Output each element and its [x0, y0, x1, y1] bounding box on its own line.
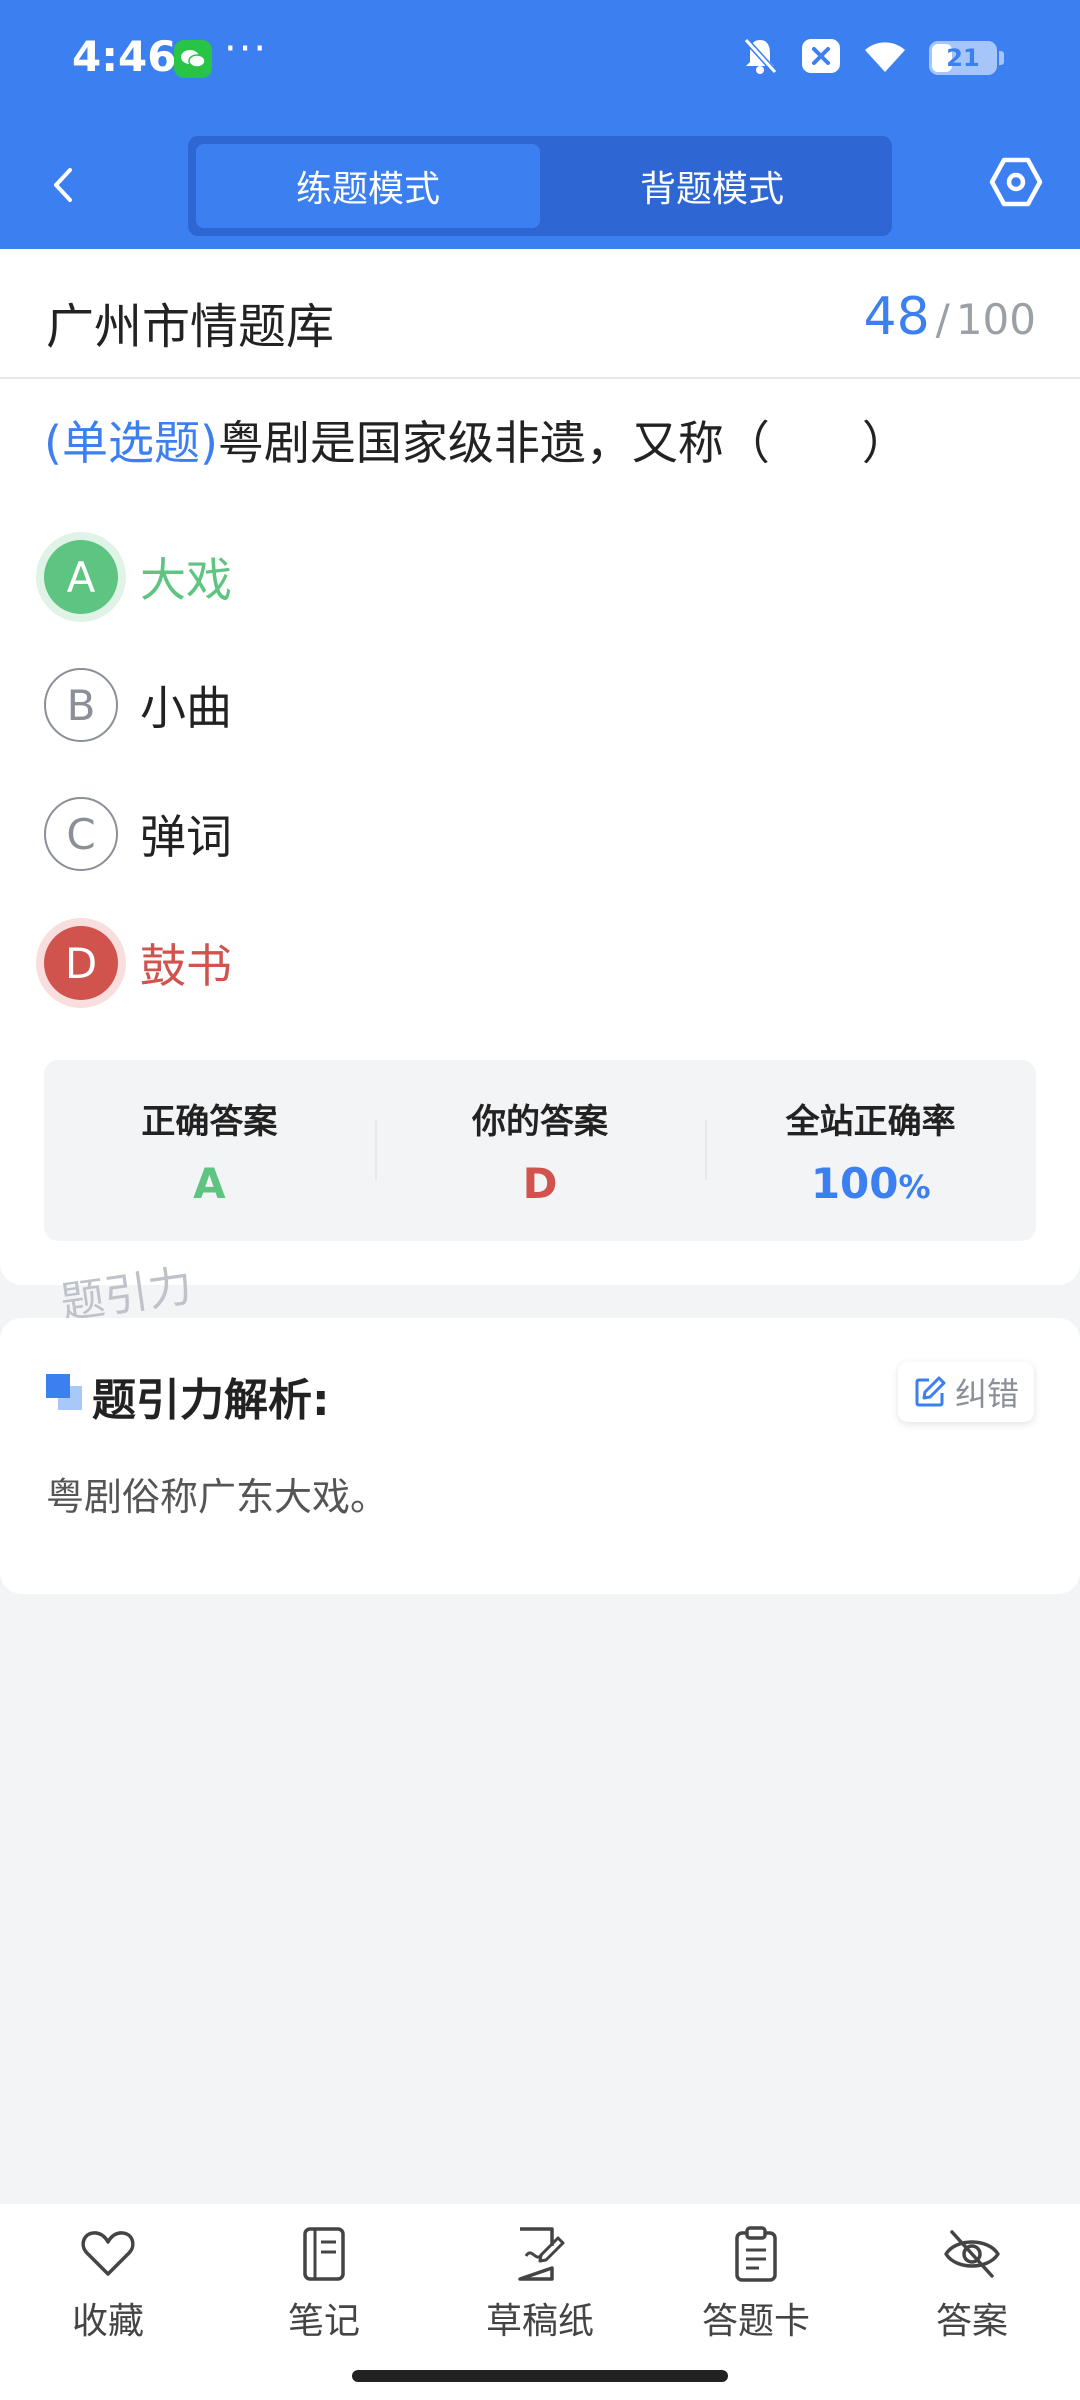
bank-header: 广州市情题库 48 / 100 [0, 249, 1080, 379]
bell-off-icon [741, 36, 779, 80]
progress-total: 100 [955, 295, 1036, 344]
option-c[interactable]: C 弹词 [44, 794, 232, 874]
option-text: 鼓书 [140, 939, 232, 993]
stat-label: 正确答案 [141, 1101, 278, 1142]
option-b[interactable]: B 小曲 [44, 665, 232, 745]
favorite-button[interactable]: 收藏 [0, 2204, 216, 2400]
tab-practice-mode[interactable]: 练题模式 [196, 144, 540, 228]
report-error-label: 纠错 [954, 1375, 1019, 1413]
heart-icon [81, 2231, 135, 2276]
notebook-icon [303, 2227, 345, 2281]
status-bar: 4:46 ··· 21 [0, 0, 1080, 120]
tab-memorize-mode[interactable]: 背题模式 [540, 144, 884, 228]
close-app-icon [801, 38, 841, 78]
correct-answer-value: A [193, 1158, 226, 1208]
nav-label: 笔记 [287, 2301, 360, 2342]
mode-switch: 练题模式 背题模式 [188, 136, 892, 236]
correct-answer-stat: 正确答案 A [44, 1060, 375, 1241]
edit-icon [915, 1376, 946, 1407]
more-notifications-icon: ··· [224, 26, 269, 72]
question-text: 粤剧是国家级非遗，又称（ ） [217, 416, 908, 470]
wifi-icon [863, 38, 907, 78]
option-a[interactable]: A 大戏 [44, 537, 232, 617]
nav-label: 收藏 [71, 2301, 144, 2342]
option-text: 小曲 [140, 681, 232, 735]
stat-label: 你的答案 [472, 1101, 608, 1142]
option-text: 大戏 [140, 553, 232, 607]
answer-stats: 正确答案 A 你的答案 D 全站正确率 100% [44, 1060, 1036, 1241]
option-letter: B [44, 668, 118, 742]
battery-level: 21 [946, 44, 980, 72]
question-stem: (单选题)粤剧是国家级非遗，又称（ ） [44, 407, 908, 473]
nav-label: 答题卡 [701, 2301, 810, 2342]
option-letter: A [44, 540, 118, 614]
eye-hidden-icon [944, 2230, 1000, 2278]
option-letter: D [44, 926, 118, 1000]
back-button[interactable] [40, 150, 90, 220]
draft-paper-icon [518, 2227, 565, 2281]
stat-label: 全站正确率 [785, 1101, 956, 1142]
progress-separator: / [935, 295, 950, 344]
accuracy-unit: % [898, 1167, 931, 1206]
status-time: 4:46 [72, 32, 177, 81]
question-progress: 48 / 100 [864, 287, 1037, 347]
answer-sheet-icon [735, 2226, 777, 2282]
your-answer-stat: 你的答案 D [374, 1060, 706, 1241]
accuracy-value: 100% [811, 1159, 931, 1208]
accuracy-number: 100 [810, 1158, 899, 1208]
settings-hexagon-icon [989, 157, 1043, 207]
show-answer-button[interactable]: 答案 [864, 2204, 1080, 2400]
accuracy-stat: 全站正确率 100% [705, 1060, 1036, 1241]
status-icons: 21 [741, 36, 1004, 80]
chevron-left-icon [54, 168, 72, 202]
question-bank-title: 广州市情题库 [46, 299, 335, 355]
nav-label: 答案 [935, 2301, 1008, 2342]
option-text: 弹词 [140, 810, 232, 864]
report-error-button[interactable]: 纠错 [898, 1362, 1034, 1422]
nav-label: 草稿纸 [485, 2301, 594, 2342]
option-letter: C [44, 797, 118, 871]
question-card: 广州市情题库 48 / 100 (单选题)粤剧是国家级非遗，又称（ ） A 大戏… [0, 249, 1080, 1285]
analysis-squares-icon [46, 1374, 82, 1410]
analysis-text: 粤剧俗称广东大戏。 [46, 1475, 389, 1519]
your-answer-value: D [522, 1158, 558, 1208]
question-type-label: (单选题) [44, 416, 218, 470]
option-d[interactable]: D 鼓书 [44, 923, 232, 1003]
progress-current: 48 [863, 287, 930, 347]
app-header: 4:46 ··· 21 练题模式 背题模式 [0, 0, 1080, 249]
battery-indicator: 21 [929, 41, 1004, 75]
analysis-card: 题引力解析: 纠错 粤剧俗称广东大戏。 [0, 1318, 1080, 1594]
wechat-icon [174, 40, 212, 78]
settings-button[interactable] [988, 154, 1044, 210]
home-indicator[interactable] [352, 2370, 728, 2382]
analysis-title: 题引力解析: [92, 1375, 330, 1426]
